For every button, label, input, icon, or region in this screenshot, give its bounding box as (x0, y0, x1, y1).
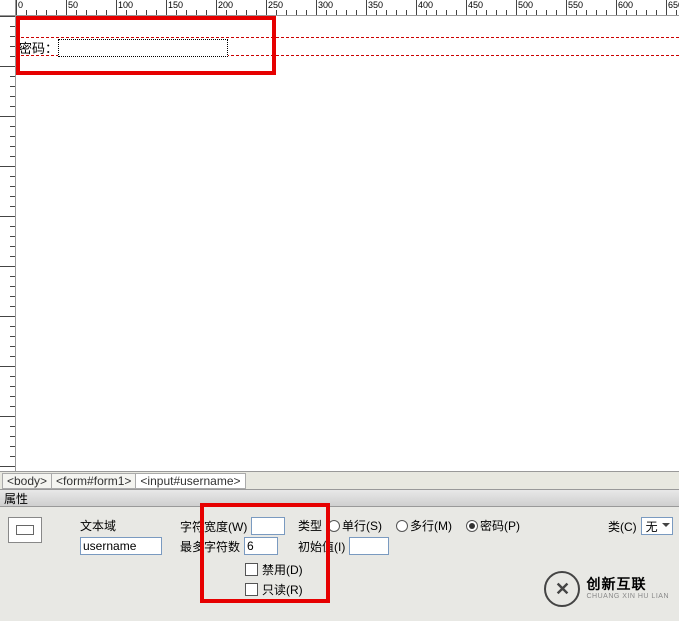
ruler-corner (0, 0, 16, 16)
logo-cn: 创新互联 (586, 577, 669, 592)
breadcrumb-form[interactable]: <form#form1> (51, 473, 136, 489)
highlight-properties (200, 503, 330, 603)
radio-single-line[interactable]: 单行(S) (328, 517, 382, 534)
logo-icon: ✕ (544, 571, 580, 607)
class-dropdown[interactable]: 无 (641, 517, 673, 535)
radio-password[interactable]: 密码(P) (466, 517, 520, 534)
properties-panel-title: 属性 (0, 489, 679, 507)
breadcrumb-input[interactable]: <input#username> (135, 473, 245, 489)
breadcrumb-body[interactable]: <body> (2, 473, 52, 489)
properties-panel: 文本域 字符宽度(W) 最多字符数 初始值(I) 类型 单行(S) 多行(M) … (0, 507, 679, 621)
init-value-input[interactable] (349, 537, 389, 555)
ruler-vertical (0, 16, 16, 471)
id-input[interactable] (80, 537, 162, 555)
class-label: 类(C) (608, 518, 637, 535)
textfield-label: 文本域 (80, 517, 116, 534)
tag-selector-breadcrumb[interactable]: <body> <form#form1> <input#username> (0, 471, 679, 489)
design-canvas[interactable]: 密码： (16, 16, 679, 471)
highlight-canvas (16, 16, 276, 75)
ruler-horizontal: 050100150200250300350400450500550600650 (16, 0, 679, 16)
radio-multi-line[interactable]: 多行(M) (396, 517, 452, 534)
watermark-logo: ✕ 创新互联 CHUANG XIN HU LIAN (544, 571, 669, 607)
logo-en: CHUANG XIN HU LIAN (586, 593, 669, 601)
textfield-icon (8, 517, 42, 543)
